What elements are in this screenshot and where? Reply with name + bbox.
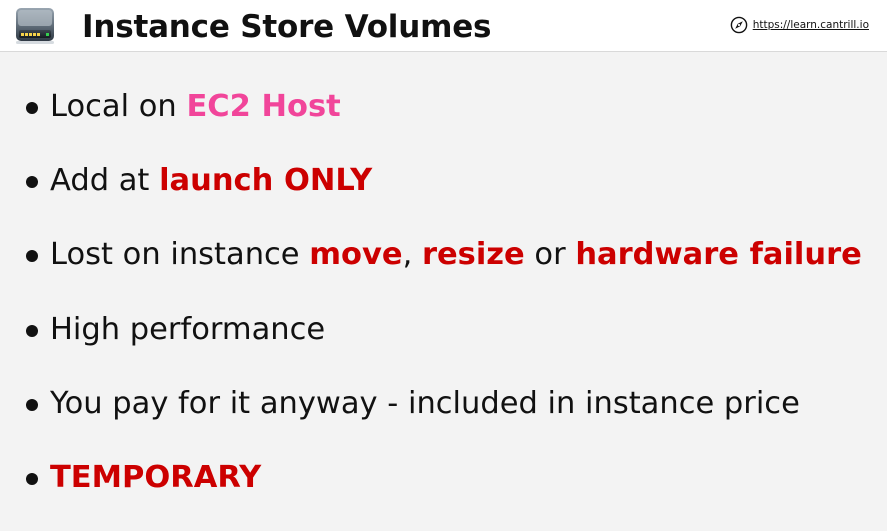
bullet-item: TEMPORARY: [26, 457, 862, 531]
bullet-text-part: ,: [402, 237, 422, 273]
learn-cantrill-link[interactable]: https://learn.cantrill.io: [730, 16, 869, 34]
bullet-item: Local on EC2 Host: [26, 86, 862, 160]
bullet-dot: [26, 324, 38, 337]
bullet-dot: [26, 250, 38, 263]
bullet-text: You pay for it anyway - included in inst…: [50, 383, 800, 425]
bullet-text-part: TEMPORARY: [50, 459, 262, 495]
slide: Instance Store Volumes https://learn.can…: [0, 0, 887, 511]
bullet-text: Local on EC2 Host: [50, 86, 341, 128]
bullet-dot: [26, 398, 38, 411]
bullet-text-part: High performance: [50, 311, 326, 347]
bullet-text-part: hardware failure: [575, 237, 862, 273]
page-title: Instance Store Volumes: [82, 9, 492, 45]
bullet-text-part: or: [524, 237, 576, 273]
bullet-text: TEMPORARY: [50, 457, 261, 499]
bullet-text-part: move: [309, 237, 403, 273]
bullet-dot: [26, 102, 38, 114]
bullet-text: High performance: [50, 309, 325, 351]
bullet-item: Add at launch ONLY: [26, 160, 862, 234]
bullet-text: Lost on instance move, resize or hardwar…: [50, 234, 862, 276]
bullet-text-part: launch ONLY: [159, 163, 373, 199]
bullet-item: High performance: [26, 309, 862, 383]
bullet-text-part: Local on: [50, 89, 187, 124]
bullet-item: You pay for it anyway - included in inst…: [26, 383, 862, 457]
bullet-text-part: Lost on instance: [50, 237, 310, 273]
bullet-text-part: resize: [421, 237, 525, 273]
compass-icon: [730, 16, 747, 34]
bullet-text-part: Add at: [50, 163, 160, 199]
bullet-text-part: EC2 Host: [186, 89, 341, 124]
hard-drive-icon: [16, 8, 54, 44]
bullet-text-part: You pay for it anyway - included in inst…: [50, 385, 800, 421]
bullet-item: Lost on instance move, resize or hardwar…: [26, 234, 862, 308]
link-text[interactable]: https://learn.cantrill.io: [753, 16, 869, 34]
bullet-dot: [26, 472, 38, 485]
bullet-list: Local on EC2 Host Add at launch ONLY Los…: [26, 86, 862, 531]
bullet-dot: [26, 176, 38, 189]
slide-header: Instance Store Volumes https://learn.can…: [0, 0, 887, 52]
bullet-text: Add at launch ONLY: [50, 160, 372, 202]
